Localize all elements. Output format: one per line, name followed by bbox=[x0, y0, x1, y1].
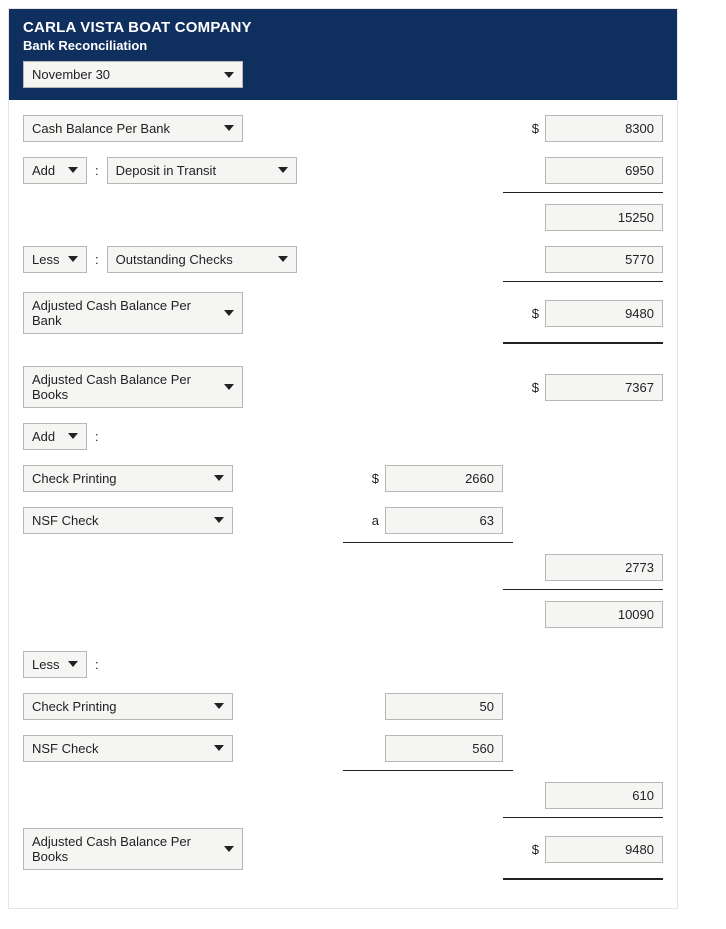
colon: : bbox=[93, 163, 101, 178]
company-name: CARLA VISTA BOAT COMPANY bbox=[23, 19, 663, 36]
chevron-down-icon bbox=[278, 167, 288, 173]
colon: : bbox=[93, 252, 101, 267]
card-subtitle: Bank Reconciliation bbox=[23, 38, 663, 53]
chevron-down-icon bbox=[68, 433, 78, 439]
nsf-check-select-2[interactable]: NSF Check bbox=[23, 735, 233, 762]
chevron-down-icon bbox=[278, 256, 288, 262]
select-value: Less bbox=[32, 657, 59, 672]
label-a: a bbox=[367, 513, 379, 528]
books-after-add-input[interactable] bbox=[545, 601, 663, 628]
currency-symbol: $ bbox=[527, 380, 539, 395]
select-value: Add bbox=[32, 429, 55, 444]
less-check-printing-input[interactable] bbox=[385, 693, 503, 720]
date-select[interactable]: November 30 bbox=[23, 61, 243, 88]
adjusted-cash-balance-books-select-1[interactable]: Adjusted Cash Balance Per Books bbox=[23, 366, 243, 408]
select-value: NSF Check bbox=[32, 741, 98, 756]
colon: : bbox=[93, 657, 101, 672]
less-nsf-check-input[interactable] bbox=[385, 735, 503, 762]
select-value: NSF Check bbox=[32, 513, 98, 528]
rule-double bbox=[503, 342, 663, 344]
select-value: Adjusted Cash Balance Per Books bbox=[32, 834, 216, 864]
card-body: Cash Balance Per Bank $ Add : bbox=[9, 100, 677, 908]
chevron-down-icon bbox=[224, 846, 234, 852]
outstanding-checks-select[interactable]: Outstanding Checks bbox=[107, 246, 297, 273]
nsf-check-select-1[interactable]: NSF Check bbox=[23, 507, 233, 534]
chevron-down-icon bbox=[68, 256, 78, 262]
rule bbox=[343, 542, 513, 543]
adjusted-cash-balance-bank-select[interactable]: Adjusted Cash Balance Per Bank bbox=[23, 292, 243, 334]
less-select-1[interactable]: Less bbox=[23, 246, 87, 273]
chevron-down-icon bbox=[214, 745, 224, 751]
add-subtotal-input[interactable] bbox=[545, 554, 663, 581]
rule bbox=[343, 770, 513, 771]
chevron-down-icon bbox=[214, 703, 224, 709]
select-value: Check Printing bbox=[32, 471, 117, 486]
select-value: Less bbox=[32, 252, 59, 267]
date-select-value: November 30 bbox=[32, 67, 110, 82]
card-header: CARLA VISTA BOAT COMPANY Bank Reconcilia… bbox=[9, 9, 677, 100]
check-printing-select-2[interactable]: Check Printing bbox=[23, 693, 233, 720]
adjusted-cash-balance-bank-input[interactable] bbox=[545, 300, 663, 327]
currency-symbol: $ bbox=[367, 471, 379, 486]
add-nsf-check-input[interactable] bbox=[385, 507, 503, 534]
add-select-1[interactable]: Add bbox=[23, 157, 87, 184]
chevron-down-icon bbox=[224, 384, 234, 390]
add-check-printing-input[interactable] bbox=[385, 465, 503, 492]
chevron-down-icon bbox=[214, 517, 224, 523]
outstanding-checks-input[interactable] bbox=[545, 246, 663, 273]
cash-balance-per-bank-input[interactable] bbox=[545, 115, 663, 142]
currency-symbol: $ bbox=[527, 121, 539, 136]
deposit-in-transit-select[interactable]: Deposit in Transit bbox=[107, 157, 297, 184]
chevron-down-icon bbox=[68, 661, 78, 667]
rule bbox=[503, 817, 663, 818]
cash-balance-per-bank-select[interactable]: Cash Balance Per Bank bbox=[23, 115, 243, 142]
select-value: Add bbox=[32, 163, 55, 178]
less-select-2[interactable]: Less bbox=[23, 651, 87, 678]
select-value: Adjusted Cash Balance Per Bank bbox=[32, 298, 216, 328]
check-printing-select-1[interactable]: Check Printing bbox=[23, 465, 233, 492]
chevron-down-icon bbox=[68, 167, 78, 173]
select-value: Deposit in Transit bbox=[116, 163, 216, 178]
select-value: Check Printing bbox=[32, 699, 117, 714]
select-value: Cash Balance Per Bank bbox=[32, 121, 170, 136]
less-subtotal-input[interactable] bbox=[545, 782, 663, 809]
rule bbox=[503, 192, 663, 193]
colon: : bbox=[93, 429, 101, 444]
add-select-2[interactable]: Add bbox=[23, 423, 87, 450]
select-value: Outstanding Checks bbox=[116, 252, 233, 267]
adjusted-cash-balance-books-input-1[interactable] bbox=[545, 374, 663, 401]
rule bbox=[503, 589, 663, 590]
rule bbox=[503, 281, 663, 282]
bank-subtotal-after-add-input[interactable] bbox=[545, 204, 663, 231]
currency-symbol: $ bbox=[527, 842, 539, 857]
chevron-down-icon bbox=[224, 125, 234, 131]
deposit-in-transit-input[interactable] bbox=[545, 157, 663, 184]
currency-symbol: $ bbox=[527, 306, 539, 321]
chevron-down-icon bbox=[224, 310, 234, 316]
reconciliation-card: CARLA VISTA BOAT COMPANY Bank Reconcilia… bbox=[8, 8, 678, 909]
select-value: Adjusted Cash Balance Per Books bbox=[32, 372, 216, 402]
chevron-down-icon bbox=[214, 475, 224, 481]
adjusted-cash-balance-books-select-2[interactable]: Adjusted Cash Balance Per Books bbox=[23, 828, 243, 870]
chevron-down-icon bbox=[224, 72, 234, 78]
rule-double bbox=[503, 878, 663, 880]
adjusted-cash-balance-books-input-2[interactable] bbox=[545, 836, 663, 863]
